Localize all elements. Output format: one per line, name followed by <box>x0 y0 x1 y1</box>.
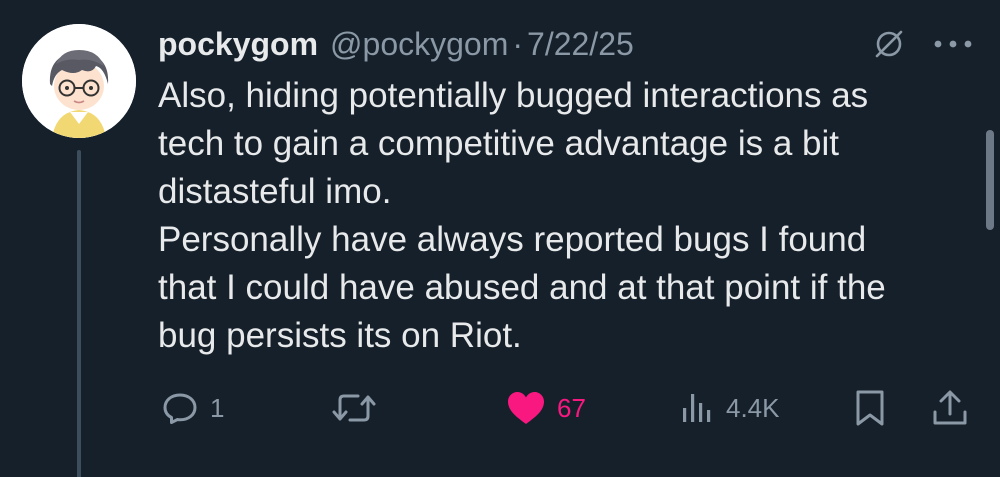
bookmark-button[interactable] <box>852 384 888 432</box>
views-button[interactable]: 4.4K <box>680 384 780 432</box>
tweet-text-line: distasteful imo. <box>158 172 392 211</box>
speech-bubble-icon <box>163 393 197 424</box>
grok-button[interactable] <box>868 24 910 64</box>
tweet-text-line: Personally have always reported bugs I f… <box>158 220 867 259</box>
grok-slash-icon <box>875 30 903 58</box>
reply-count: 1 <box>210 392 225 423</box>
scrollbar-thumb[interactable] <box>986 130 994 230</box>
upload-icon <box>933 390 967 425</box>
bar-chart-icon <box>683 394 711 422</box>
tweet-text-line: tech to gain a competitive advantage is … <box>158 124 839 163</box>
more-dots-icon <box>934 40 972 48</box>
retweet-arrows-icon <box>332 394 376 422</box>
more-options-button[interactable] <box>930 24 976 64</box>
tweet[interactable]: pockygom @pockygom · 7/22/25 Also, hidin… <box>0 0 1000 477</box>
tweet-text-line: that I could have abused and at that poi… <box>158 268 886 307</box>
like-count: 67 <box>557 392 586 423</box>
tweet-text-line: Also, hiding potentially bugged interact… <box>158 76 869 115</box>
author-name[interactable]: pockygom <box>158 26 318 63</box>
tweet-text: Also, hiding potentially bugged interact… <box>158 72 978 360</box>
avatar-illustration <box>22 24 136 138</box>
tweet-header: pockygom @pockygom · 7/22/25 <box>158 22 634 66</box>
share-button[interactable] <box>930 384 970 432</box>
tweet-text-line: bug persists its on Riot. <box>158 316 522 355</box>
views-count: 4.4K <box>726 392 780 423</box>
reply-button[interactable]: 1 <box>160 384 224 432</box>
like-button[interactable]: 67 <box>505 384 586 432</box>
avatar[interactable] <box>22 24 136 138</box>
action-bar: 1 67 4.4K <box>0 384 1000 432</box>
retweet-button[interactable] <box>330 384 388 432</box>
header-separator: · <box>512 25 524 62</box>
author-handle[interactable]: @pockygom <box>330 26 508 63</box>
tweet-date[interactable]: 7/22/25 <box>527 26 634 63</box>
bookmark-icon <box>856 390 884 426</box>
heart-filled-icon <box>508 392 544 424</box>
